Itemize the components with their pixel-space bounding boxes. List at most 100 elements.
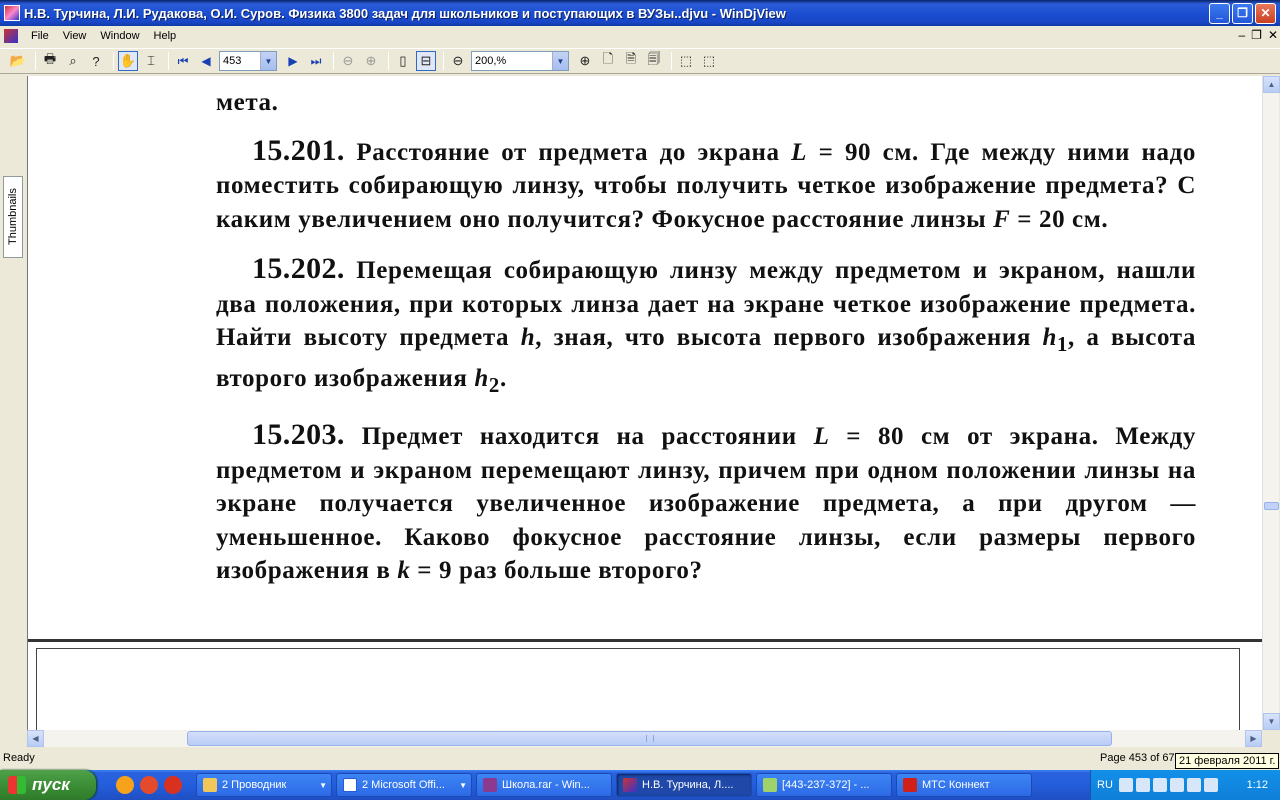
last-page-icon[interactable]: ⏭ [306,51,326,71]
find-icon[interactable]: ⌕ [63,51,83,71]
select-tool-icon[interactable]: ⌶ [141,51,161,71]
system-tray: RU 1:12 [1090,770,1280,800]
forward-icon[interactable]: ⊕ [361,51,381,71]
zoom-out-icon[interactable]: ⊖ [448,51,468,71]
menu-file[interactable]: File [24,30,56,42]
grip-icon [646,735,654,742]
print-icon[interactable]: 🖶 [40,51,60,71]
menu-view[interactable]: View [56,30,94,42]
problem-text: = 9 раз больше второго? [410,557,703,584]
page-number-value: 453 [223,55,242,67]
toolbar-separator [388,52,389,70]
windjview-icon [623,778,637,792]
close-button[interactable]: ✕ [1255,2,1276,24]
vertical-scroll-thumb[interactable] [1264,502,1279,510]
scroll-left-icon[interactable]: ◀ [27,730,44,747]
single-page-icon[interactable]: ▯ [393,51,413,71]
zoom-in-icon[interactable]: ⊕ [575,51,595,71]
language-indicator[interactable]: RU [1097,779,1113,791]
problem-text: Предмет находится на расстоянии [361,423,814,450]
back-icon[interactable]: ⊖ [338,51,358,71]
next-page-icon[interactable]: ▶ [283,51,303,71]
previous-page-icon[interactable]: ◀ [196,51,216,71]
chevron-down-icon[interactable]: ▼ [552,52,568,70]
document-view[interactable]: мета. 15.201. Расстояние от предмета до … [27,76,1262,730]
app-icon [4,5,20,21]
scroll-up-icon[interactable]: ▲ [1263,76,1280,93]
network-icon[interactable] [1135,778,1150,792]
variable: h [474,364,489,392]
minimize-button[interactable]: _ [1209,2,1230,24]
task-winrar[interactable]: Школа.rar - Win... [476,773,612,797]
problem-text: , зная, что высота первого изображения [535,324,1043,351]
task-label: МТС Коннект [922,779,990,791]
volume-icon[interactable] [1152,778,1167,792]
variable: F [993,205,1011,233]
start-button[interactable]: пуск [0,770,96,800]
problem-text: = 20 см. [1010,205,1109,233]
menu-bar: File View Window Help – ❐ ✕ [0,26,1280,46]
clock[interactable]: 1:12 [1247,779,1268,791]
winrar-icon [483,778,497,792]
problem-15-201: 15.201. Расстояние от предмета до экрана… [216,134,1196,237]
variable: L [791,138,808,166]
hand-tool-icon[interactable]: ✋ [118,51,138,71]
rotate-left-icon[interactable]: ⬚ [676,51,696,71]
fit-page-icon[interactable]: 🗋 [598,51,618,71]
mdi-minimize-icon[interactable]: – [1238,28,1245,42]
task-chat[interactable]: [443-237-372] - ... [756,773,892,797]
continuous-layout-icon[interactable]: ⊟ [416,51,436,71]
help-icon[interactable]: ? [86,51,106,71]
vertical-scrollbar[interactable]: ▲ ▼ [1262,76,1280,730]
task-mts[interactable]: МТС Коннект [896,773,1032,797]
chevron-down-icon[interactable]: ▼ [260,52,276,70]
zoom-value: 200,% [475,55,507,67]
opera-icon[interactable] [164,776,182,794]
toolbar-separator [443,52,444,70]
horizontal-scrollbar[interactable]: ◀ ▶ [27,730,1262,747]
task-windjview[interactable]: Н.В. Турчина, Л.... [616,773,752,797]
mdi-close-icon[interactable]: ✕ [1268,28,1278,42]
problem-text: . [499,364,507,392]
problem-number: 15.202. [252,252,345,285]
windows-logo-icon [8,776,26,794]
scroll-right-icon[interactable]: ▶ [1245,730,1262,747]
subscript: 1 [1057,332,1069,356]
document-icon[interactable] [4,29,18,43]
maximize-button[interactable]: ❐ [1232,2,1253,24]
tray-expand-icon[interactable] [1118,778,1133,792]
antivirus-icon[interactable] [1169,778,1184,792]
safely-remove-icon[interactable] [1186,778,1201,792]
page-number-combo[interactable]: 453 ▼ [219,51,277,71]
firefox-icon[interactable] [116,776,134,794]
toolbar-separator [671,52,672,70]
menu-help[interactable]: Help [147,30,184,42]
mdi-restore-icon[interactable]: ❐ [1251,28,1262,42]
horizontal-scroll-thumb[interactable] [187,731,1112,746]
task-word[interactable]: 2 Microsoft Offi... ▼ [336,773,472,797]
actual-size-icon[interactable]: 🗐 [644,51,664,71]
task-label: 2 Microsoft Offi... [362,779,445,791]
title-bar: Н.В. Турчина, Л.И. Рудакова, О.И. Суров.… [0,0,1280,26]
mail-icon[interactable] [140,776,158,794]
mdi-controls: – ❐ ✕ [1238,28,1278,42]
mts-icon [903,778,917,792]
status-page-info: Page 453 of 67 [1100,752,1175,764]
fit-width-icon[interactable]: 🗎 [621,51,641,71]
open-icon[interactable]: 📂 [8,51,28,71]
variable: L [813,423,830,450]
sidebar: Thumbnails [0,76,26,748]
first-page-icon[interactable]: ⏮ [173,51,193,71]
thumbnails-tab[interactable]: Thumbnails [3,176,23,258]
zoom-combo[interactable]: 200,% ▼ [471,51,569,71]
task-explorer[interactable]: 2 Проводник ▼ [196,773,332,797]
menu-window[interactable]: Window [93,30,146,42]
security-icon[interactable] [1203,778,1218,792]
rotate-right-icon[interactable]: ⬚ [699,51,719,71]
scroll-down-icon[interactable]: ▼ [1263,713,1280,730]
toolbar-separator [168,52,169,70]
task-label: [443-237-372] - ... [782,779,870,791]
taskbar: пуск 2 Проводник ▼ 2 Microsoft Offi... ▼… [0,770,1280,800]
start-label: пуск [32,775,70,794]
page-break-divider [28,639,1262,642]
